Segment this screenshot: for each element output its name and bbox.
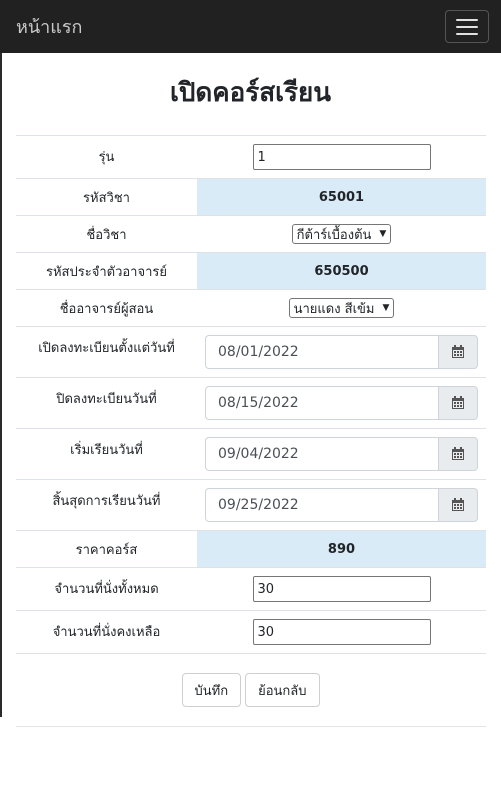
calendar-icon[interactable] [438,488,478,522]
teacher-name-label: ชื่ออาจารย์ผู้สอน [16,289,197,327]
form-row-reg-open: เปิดลงทะเบียนตั้งแต่วันที่ 08/01/2022 [16,326,486,378]
end-datepicker: 09/25/2022 [205,488,478,522]
reg-open-datepicker: 08/01/2022 [205,335,478,369]
page-title: เปิดคอร์สเรียน [170,78,331,108]
reg-close-label: ปิดลงทะเบียนวันที่ [16,377,197,429]
batch-input[interactable]: 1 [252,144,431,170]
total-seats-label: จำนวนที่นั่งทั้งหมด [16,567,197,611]
end-label: สิ้นสุดการเรียนวันที่ [16,479,197,531]
start-datepicker: 09/04/2022 [205,437,478,471]
end-date-input[interactable]: 09/25/2022 [205,488,438,522]
form-row-start: เริ่มเรียนวันที่ 09/04/2022 [16,428,486,480]
form-row-price: ราคาคอร์ส 890 [16,530,486,568]
form-row-course-code: รหัสวิชา 65001 [16,178,486,216]
form-row-teacher-id: รหัสประจำตัวอาจารย์ 650500 [16,252,486,290]
total-seats-input[interactable]: 30 [252,576,431,602]
footer-divider [16,726,486,727]
form-row-end: สิ้นสุดการเรียนวันที่ 09/25/2022 [16,479,486,531]
back-button[interactable]: ย้อนกลับ [245,673,320,707]
save-button[interactable]: บันทึก [181,673,242,707]
reg-close-datepicker: 08/15/2022 [205,386,478,420]
start-label: เริ่มเรียนวันที่ [16,428,197,480]
form-row-total-seats: จำนวนที่นั่งทั้งหมด 30 [16,567,486,611]
calendar-icon[interactable] [438,386,478,420]
form-actions: บันทึก ย้อนกลับ [0,673,501,707]
remaining-seats-input[interactable]: 30 [252,619,431,645]
teacher-id-value: 650500 [197,252,486,290]
price-value: 890 [197,530,486,568]
form-row-course-name: ชื่อวิชา กีต้าร์เบื้องต้น ▼ [16,215,486,253]
navbar-toggle-button[interactable] [445,10,489,43]
left-edge-bar [0,53,2,717]
teacher-name-selected: นายแดง สีเข้ม [293,301,375,317]
course-code-label: รหัสวิชา [16,178,197,216]
reg-open-date-input[interactable]: 08/01/2022 [205,335,438,369]
calendar-icon[interactable] [438,437,478,471]
form-row-remaining-seats: จำนวนที่นั่งคงเหลือ 30 [16,610,486,654]
course-code-value: 65001 [197,178,486,216]
course-name-selected: กีต้าร์เบื้องต้น [296,227,372,243]
teacher-id-label: รหัสประจำตัวอาจารย์ [16,252,197,290]
chevron-down-icon: ▼ [382,303,390,313]
course-name-label: ชื่อวิชา [16,215,197,253]
navbar-brand-link[interactable]: หน้าแรก [16,12,82,41]
form-row-batch: รุ่น 1 [16,135,486,179]
hamburger-icon-line [456,18,478,21]
batch-label: รุ่น [16,135,197,179]
hamburger-icon-line [456,25,478,28]
course-form-table: รุ่น 1 รหัสวิชา 65001 ชื่อวิชา กีต้าร์เบ… [16,135,486,654]
remaining-seats-label: จำนวนที่นั่งคงเหลือ [16,610,197,654]
price-label: ราคาคอร์ส [16,530,197,568]
start-date-input[interactable]: 09/04/2022 [205,437,438,471]
form-row-teacher-name: ชื่ออาจารย์ผู้สอน นายแดง สีเข้ม ▼ [16,289,486,327]
navbar: หน้าแรก [0,0,501,53]
form-row-reg-close: ปิดลงทะเบียนวันที่ 08/15/2022 [16,377,486,429]
course-name-select[interactable]: กีต้าร์เบื้องต้น ▼ [291,224,392,244]
hamburger-icon-line [456,32,478,35]
chevron-down-icon: ▼ [379,229,387,239]
teacher-name-select[interactable]: นายแดง สีเข้ม ▼ [288,298,395,318]
calendar-icon[interactable] [438,335,478,369]
reg-open-label: เปิดลงทะเบียนตั้งแต่วันที่ [16,326,197,378]
reg-close-date-input[interactable]: 08/15/2022 [205,386,438,420]
